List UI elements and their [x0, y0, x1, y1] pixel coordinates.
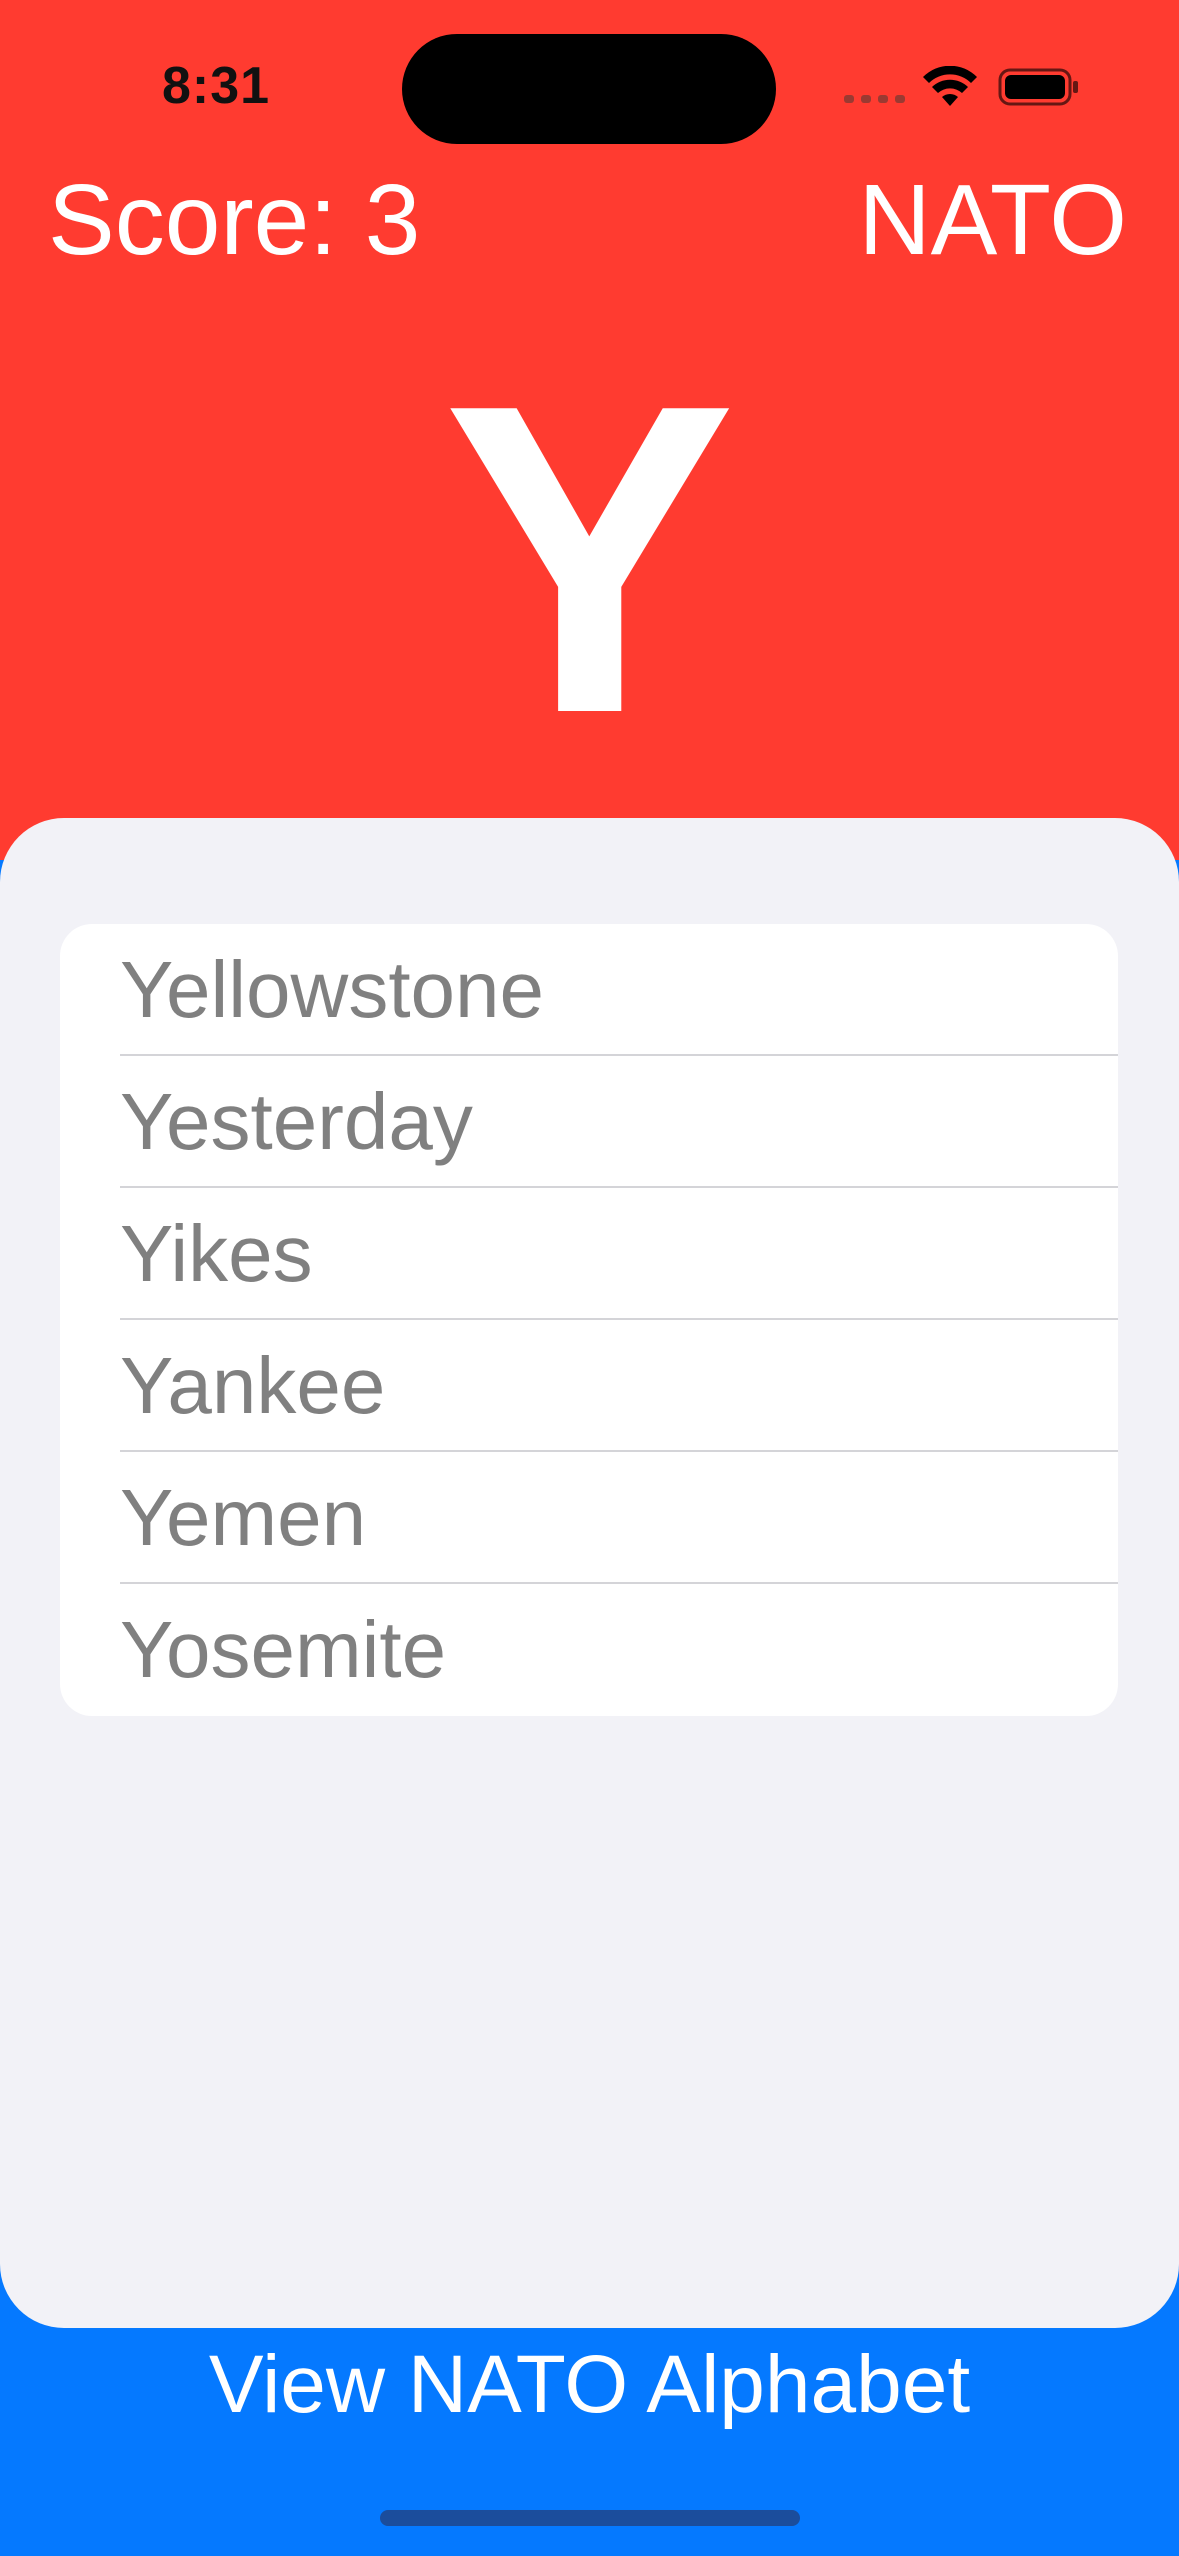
answer-option-label: Yesterday: [120, 1077, 473, 1166]
answer-option-label: Yemen: [120, 1473, 367, 1562]
answer-option-label: Yikes: [120, 1209, 313, 1298]
answer-option-yesterday[interactable]: Yesterday: [60, 1056, 1118, 1188]
wifi-icon: [923, 66, 977, 106]
home-indicator[interactable]: [380, 2510, 800, 2526]
answer-option-yemen[interactable]: Yemen: [60, 1452, 1118, 1584]
battery-icon: [998, 68, 1078, 106]
answer-option-yosemite[interactable]: Yosemite: [60, 1584, 1118, 1716]
answer-option-label: Yellowstone: [120, 945, 545, 1034]
score-label: Score: 3: [48, 164, 421, 276]
dynamic-island: [402, 34, 776, 144]
view-nato-alphabet-button[interactable]: View NATO Alphabet: [0, 2339, 1179, 2430]
letter-header-area: 8:31 Score: 3 NATO Y: [0, 0, 1179, 860]
quiz-letter: Y: [442, 314, 737, 805]
answer-option-label: Yankee: [120, 1341, 386, 1430]
answer-option-label: Yosemite: [120, 1605, 447, 1694]
answer-option-yankee[interactable]: Yankee: [60, 1320, 1118, 1452]
answer-sheet: Yellowstone Yesterday Yikes Yankee Yemen…: [0, 818, 1179, 2328]
answer-option-yikes[interactable]: Yikes: [60, 1188, 1118, 1320]
status-time: 8:31: [162, 57, 271, 115]
alphabet-mode-label: NATO: [858, 164, 1127, 276]
answer-options-list: Yellowstone Yesterday Yikes Yankee Yemen…: [60, 924, 1118, 1716]
answer-option-yellowstone[interactable]: Yellowstone: [60, 924, 1118, 1056]
cellular-signal-icon: [844, 95, 905, 103]
